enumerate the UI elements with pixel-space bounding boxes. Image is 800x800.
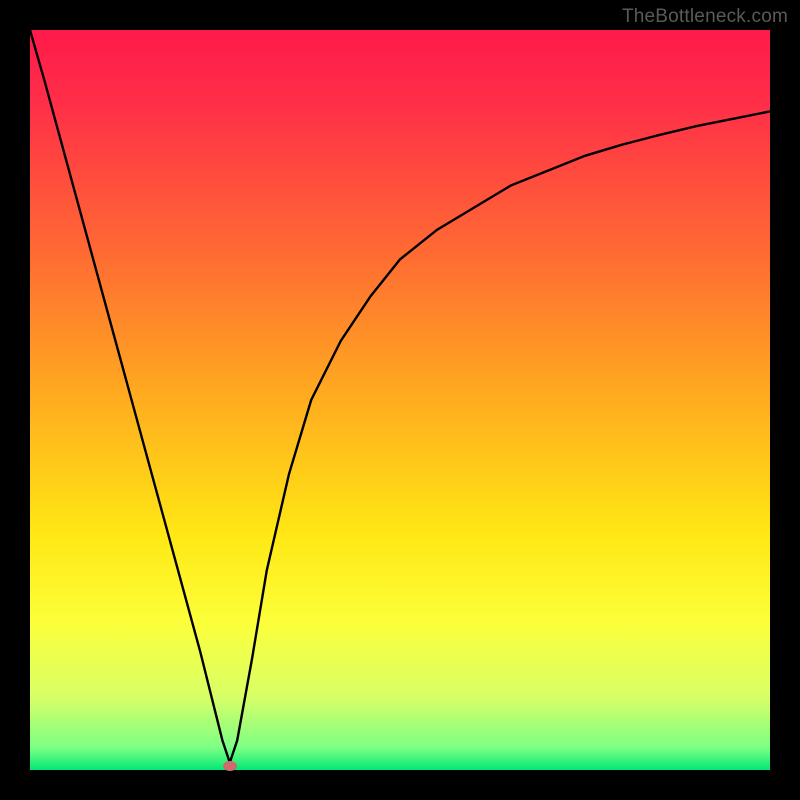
plot-area	[30, 30, 770, 770]
minimum-marker	[223, 761, 237, 771]
chart-frame: TheBottleneck.com	[0, 0, 800, 800]
bottleneck-curve	[30, 30, 770, 763]
curve-layer	[30, 30, 770, 770]
watermark-text: TheBottleneck.com	[622, 6, 788, 28]
